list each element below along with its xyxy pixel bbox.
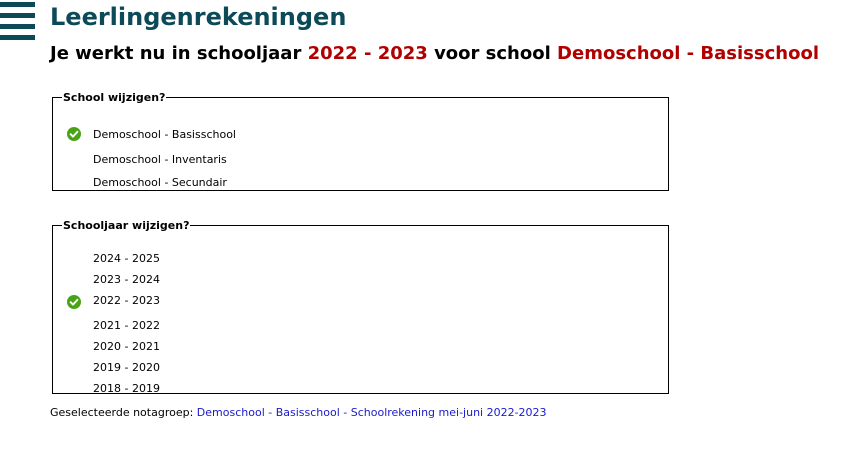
school-option-basisschool[interactable]: Demoschool - Basisschool [93, 128, 236, 142]
schoolyear-change-fieldset: Schooljaar wijzigen? 2024 - 2025 2023 - … [52, 219, 669, 396]
year-option-2024-2025[interactable]: 2024 - 2025 [93, 252, 160, 266]
check-circle-icon [67, 295, 81, 309]
page-title: Leerlingenrekeningen [50, 3, 347, 31]
year-option-2021-2022[interactable]: 2021 - 2022 [93, 319, 160, 333]
selected-notagroup-label: Geselecteerde notagroep: [50, 406, 197, 419]
current-schoolyear: 2022 - 2023 [307, 43, 428, 64]
selected-notagroup-link[interactable]: Demoschool - Basisschool - Schoolrekenin… [197, 406, 547, 419]
school-change-legend: School wijzigen? [63, 91, 166, 104]
year-option-2019-2020[interactable]: 2019 - 2020 [93, 361, 160, 375]
school-option-inventaris[interactable]: Demoschool - Inventaris [93, 153, 227, 167]
year-option-2020-2021[interactable]: 2020 - 2021 [93, 340, 160, 354]
context-line: Je werkt nu in schooljaar 2022 - 2023 vo… [50, 42, 819, 66]
context-prefix: Je werkt nu in schooljaar [50, 43, 308, 64]
hamburger-menu-icon[interactable] [0, 2, 35, 40]
school-change-fieldset: School wijzigen? Demoschool - Basisschoo… [52, 91, 669, 191]
selected-notagroup: Geselecteerde notagroep: Demoschool - Ba… [50, 406, 547, 420]
year-option-2022-2023[interactable]: 2022 - 2023 [93, 294, 160, 308]
check-circle-icon [67, 127, 81, 141]
current-school: Demoschool - Basisschool [557, 43, 819, 64]
school-option-secundair[interactable]: Demoschool - Secundair [93, 176, 227, 190]
schoolyear-change-legend: Schooljaar wijzigen? [63, 219, 190, 232]
context-middle: voor school [427, 43, 558, 64]
year-option-2023-2024[interactable]: 2023 - 2024 [93, 273, 160, 287]
page: Leerlingenrekeningen Je werkt nu in scho… [0, 0, 859, 460]
year-option-2018-2019[interactable]: 2018 - 2019 [93, 382, 160, 396]
